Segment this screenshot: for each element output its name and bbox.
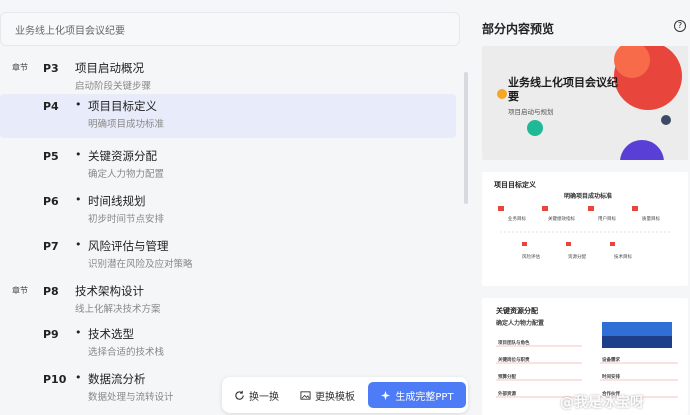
watermark: @我是冰宝呀 xyxy=(560,395,644,411)
resource-item: 关键岗位与职责 xyxy=(498,358,530,363)
preview-panel: 部分内容预览 ? 业务线上化项目会议纪要 项目启动与规划 项目目标定义 明确项目… xyxy=(470,0,690,415)
item-title: 数据流分析 xyxy=(88,372,146,386)
goal-item: 资源分配 xyxy=(568,255,586,260)
chapter-tag: 章节 xyxy=(12,63,28,72)
bullet-icon: • xyxy=(75,193,82,206)
refresh-icon xyxy=(235,390,244,400)
page-number: P9 xyxy=(43,328,59,341)
item-subtitle: 确定人力物力配置 xyxy=(88,169,165,180)
help-icon[interactable]: ? xyxy=(674,20,686,32)
shuffle-button[interactable]: 换一换 xyxy=(234,388,279,403)
item-subtitle: 初步时间节点安排 xyxy=(88,214,165,225)
outline-item-p4[interactable]: P4 • 项目目标定义 明确项目成功标准 xyxy=(0,94,456,138)
item-subtitle: 线上化解决技术方案 xyxy=(75,304,161,315)
item-subtitle: 选择合适的技术栈 xyxy=(88,347,165,358)
outline-item-p8[interactable]: 章节 P8 技术架构设计 线上化解决技术方案 xyxy=(0,279,456,323)
outline-item-p6[interactable]: P6 • 时间线规划 初步时间节点安排 xyxy=(0,189,456,233)
goal-item: 风险评估 xyxy=(522,255,540,260)
goal-item: 关键绩效指标 xyxy=(548,217,575,222)
item-title: 技术选型 xyxy=(88,327,134,341)
item-title: 风险评估与管理 xyxy=(88,239,169,253)
goal-item: 业务目标 xyxy=(508,217,526,222)
bullet-icon: • xyxy=(75,326,82,339)
goal-item: 用户目标 xyxy=(598,217,616,222)
page-number: P5 xyxy=(43,150,59,163)
bullet-icon: • xyxy=(75,148,82,161)
bullet-icon: • xyxy=(75,98,82,111)
action-toolbar: 换一换 更换模板 生成完整PPT xyxy=(222,377,468,413)
change-template-label: 更换模板 xyxy=(315,392,355,403)
chapter-tag: 章节 xyxy=(12,286,28,295)
outline-item-p9[interactable]: P9 • 技术选型 选择合适的技术栈 xyxy=(0,322,456,366)
page-number: P4 xyxy=(43,100,59,113)
page-number: P6 xyxy=(43,195,59,208)
preview-heading: 部分内容预览 xyxy=(482,22,555,36)
item-subtitle: 明确项目成功标准 xyxy=(88,119,165,130)
item-title: 关键资源分配 xyxy=(88,149,157,163)
page-number: P7 xyxy=(43,240,59,253)
item-subtitle: 识别潜在风险及应对策略 xyxy=(88,259,193,270)
outline-scrollbar[interactable] xyxy=(464,72,468,204)
resource-item: 设备需求 xyxy=(602,358,620,363)
outline-item-p5[interactable]: P5 • 关键资源分配 确定人力物力配置 xyxy=(0,144,456,188)
resource-item: 项目团队与角色 xyxy=(498,341,530,346)
cover-title: 业务线上化项目会议纪要 xyxy=(508,76,618,103)
sparkle-icon xyxy=(381,390,391,400)
page-number: P3 xyxy=(43,62,59,75)
image-icon xyxy=(300,391,311,400)
page-number: P8 xyxy=(43,285,59,298)
item-title: 项目目标定义 xyxy=(88,99,157,113)
outline-title-text: 业务线上化项目会议纪要 xyxy=(15,26,125,37)
outline-panel: 业务线上化项目会议纪要 章节 P3 项目启动概况 启动阶段关键步骤 P4 • 项… xyxy=(0,0,470,415)
goal-item: 质量目标 xyxy=(642,217,660,222)
item-subtitle: 数据处理与流转设计 xyxy=(88,392,174,403)
resource-item: 时间安排 xyxy=(602,375,620,380)
outline-title-field[interactable]: 业务线上化项目会议纪要 xyxy=(0,12,460,46)
goals-diagram xyxy=(498,206,672,246)
page-number: P10 xyxy=(43,373,67,386)
bullet-icon: • xyxy=(75,371,82,384)
item-title: 项目启动概况 xyxy=(75,61,144,75)
item-title: 时间线规划 xyxy=(88,194,146,208)
preview-slide-cover[interactable]: 业务线上化项目会议纪要 项目启动与规划 xyxy=(482,46,688,160)
change-template-button[interactable]: 更换模板 xyxy=(300,388,355,403)
resource-item: 外部资源 xyxy=(498,392,516,397)
generate-ppt-label: 生成完整PPT xyxy=(395,391,454,403)
shuffle-label: 换一换 xyxy=(249,392,279,403)
preview-slide-goals[interactable]: 项目目标定义 明确项目成功标准 业务目标 关键绩效指标 用户目标 质量目标 风险… xyxy=(482,172,688,286)
bullet-icon: • xyxy=(75,238,82,251)
resource-item: 预算分配 xyxy=(498,375,516,380)
outline-item-p7[interactable]: P7 • 风险评估与管理 识别潜在风险及应对策略 xyxy=(0,234,456,278)
item-subtitle: 启动阶段关键步骤 xyxy=(75,81,152,92)
goal-item: 技术目标 xyxy=(614,255,632,260)
generate-ppt-button[interactable]: 生成完整PPT xyxy=(368,382,466,408)
item-title: 技术架构设计 xyxy=(75,284,144,298)
cover-subtitle: 项目启动与规划 xyxy=(508,108,554,116)
